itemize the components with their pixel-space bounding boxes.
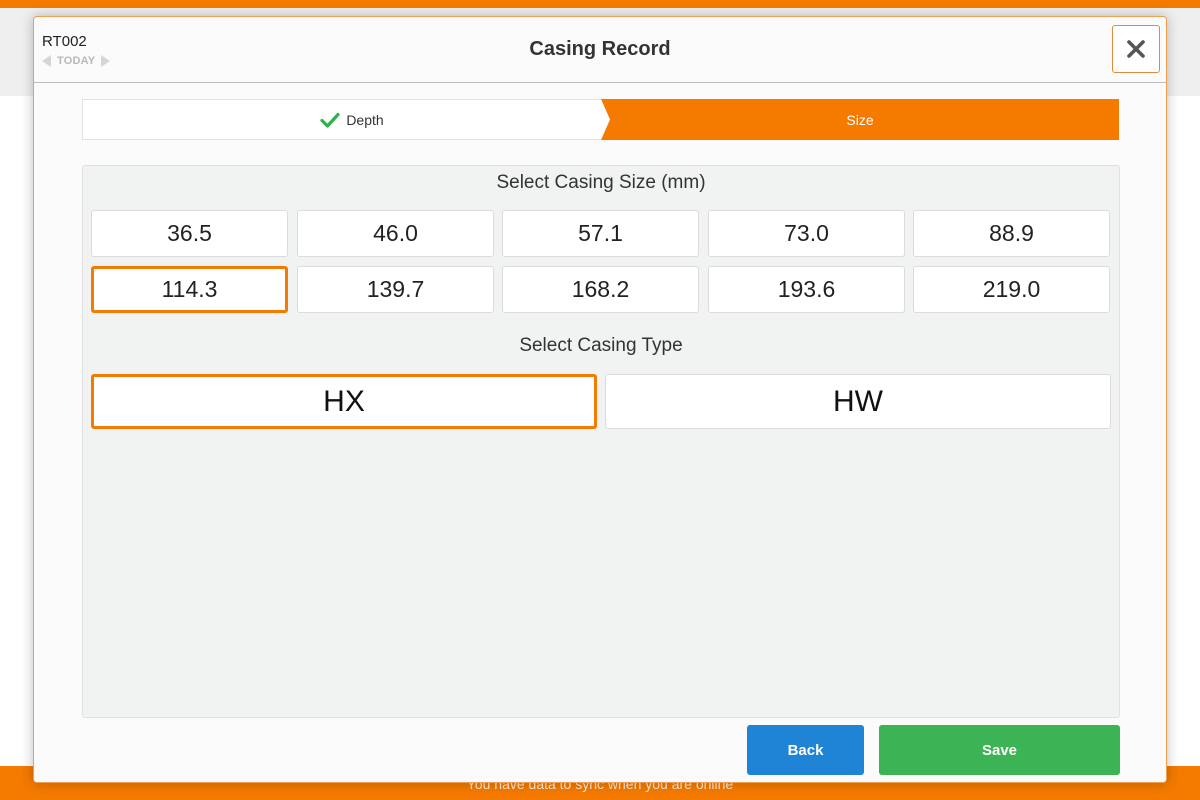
size-option-selected[interactable]: 114.3 <box>91 266 288 313</box>
size-option[interactable]: 219.0 <box>913 266 1110 313</box>
app-top-bar <box>0 0 1200 8</box>
size-option[interactable]: 88.9 <box>913 210 1110 257</box>
selection-panel: Select Casing Size (mm) 36.5 46.0 57.1 7… <box>82 165 1120 718</box>
size-option[interactable]: 36.5 <box>91 210 288 257</box>
modal-header: RT002 TODAY Casing Record <box>34 17 1166 83</box>
size-option[interactable]: 139.7 <box>297 266 494 313</box>
casing-record-modal: RT002 TODAY Casing Record Depth Size Sel… <box>33 16 1167 783</box>
wizard-stepper: Depth Size <box>82 99 1119 140</box>
back-button[interactable]: Back <box>747 725 864 775</box>
modal-title: Casing Record <box>529 38 671 60</box>
type-option[interactable]: HW <box>605 374 1111 429</box>
size-option[interactable]: 193.6 <box>708 266 905 313</box>
type-option-selected[interactable]: HX <box>91 374 597 429</box>
size-option[interactable]: 168.2 <box>502 266 699 313</box>
close-icon <box>1127 40 1145 58</box>
casing-size-title: Select Casing Size (mm) <box>496 172 706 193</box>
casing-type-title: Select Casing Type <box>519 335 683 356</box>
size-option[interactable]: 73.0 <box>708 210 905 257</box>
size-option[interactable]: 57.1 <box>502 210 699 257</box>
check-icon <box>320 112 340 128</box>
size-option[interactable]: 46.0 <box>297 210 494 257</box>
close-button[interactable] <box>1112 25 1160 73</box>
save-button[interactable]: Save <box>879 725 1120 775</box>
step-depth[interactable]: Depth <box>82 99 622 140</box>
step-size-label: Size <box>846 111 874 128</box>
step-size[interactable]: Size <box>601 99 1119 140</box>
step-depth-label: Depth <box>346 111 384 128</box>
